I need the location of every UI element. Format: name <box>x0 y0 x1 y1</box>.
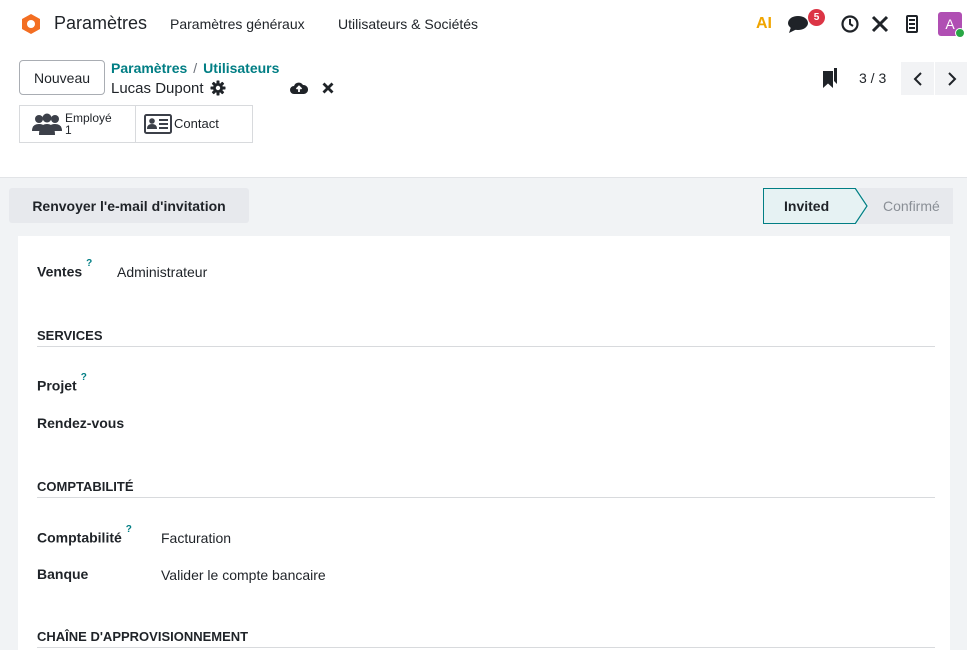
clock-icon[interactable] <box>840 12 860 36</box>
breadcrumb-parent[interactable]: Paramètres <box>111 60 187 76</box>
breadcrumb: Paramètres / Utilisateurs <box>111 60 279 76</box>
bank-field-label: Banque <box>37 566 89 582</box>
messages-count-badge: 5 <box>808 9 825 26</box>
contact-card-icon <box>144 114 172 134</box>
sales-help-icon[interactable]: ? <box>86 258 92 269</box>
resend-invitation-button[interactable]: Renvoyer l'e-mail d'invitation <box>9 188 249 223</box>
contact-smart-button[interactable]: Contact <box>136 106 252 142</box>
supply-chain-section-title: CHAÎNE D'APPROVISIONNEMENT <box>37 629 249 644</box>
project-label-text: Projet <box>37 377 77 394</box>
breadcrumb-current[interactable]: Utilisateurs <box>203 60 279 76</box>
supply-chain-divider <box>37 647 935 648</box>
save-cloud-icon[interactable] <box>290 81 308 95</box>
phone-icon[interactable] <box>903 12 921 36</box>
sales-field-value[interactable]: Administrateur <box>117 264 207 280</box>
chevron-right-icon <box>947 71 956 86</box>
record-name: Lucas Dupont <box>111 80 204 97</box>
app-name[interactable]: Paramètres <box>54 13 147 34</box>
online-status-dot <box>955 28 965 38</box>
accounting-section-title: COMPTABILITÉ <box>37 479 134 494</box>
ai-icon[interactable]: AI <box>752 12 776 36</box>
new-button[interactable]: Nouveau <box>19 60 105 95</box>
menu-users-companies[interactable]: Utilisateurs & Sociétés <box>338 16 478 32</box>
pager-previous-button[interactable] <box>901 62 934 95</box>
employee-smart-button[interactable]: Employé 1 <box>20 106 136 142</box>
discard-icon[interactable] <box>322 82 334 94</box>
employee-count: 1 <box>65 123 72 137</box>
chevron-left-icon <box>913 71 922 86</box>
accounting-label-text: Comptabilité <box>37 529 122 546</box>
stage-arrow <box>855 188 869 224</box>
pager-value[interactable]: 3 / 3 <box>859 70 886 86</box>
smart-button-bar: Employé 1 Contact <box>19 105 253 143</box>
stage-invited[interactable]: Invited <box>763 188 857 224</box>
top-navbar: Paramètres Paramètres généraux Utilisate… <box>0 0 967 48</box>
gear-icon[interactable] <box>210 80 226 96</box>
accounting-help-icon[interactable]: ? <box>126 524 132 535</box>
appointments-field-label: Rendez-vous <box>37 415 125 431</box>
accounting-field-value[interactable]: Facturation <box>161 530 231 546</box>
employee-label: Employé <box>65 111 112 125</box>
employees-icon <box>32 113 62 135</box>
services-divider <box>37 346 935 347</box>
odoo-logo-icon[interactable] <box>22 14 40 34</box>
contact-label: Contact <box>174 116 219 131</box>
sales-field-label: Ventes? <box>37 258 92 280</box>
breadcrumb-separator: / <box>193 60 198 76</box>
project-field-label: Projet? <box>37 372 87 394</box>
menu-general-settings[interactable]: Paramètres généraux <box>170 16 305 32</box>
project-help-icon[interactable]: ? <box>81 372 87 383</box>
pager-next-button[interactable] <box>935 62 967 95</box>
accounting-divider <box>37 497 935 498</box>
bookmark-icon[interactable] <box>823 68 837 88</box>
services-section-title: SERVICES <box>37 328 103 343</box>
form-sheet <box>18 236 950 650</box>
accounting-field-label: Comptabilité? <box>37 524 132 546</box>
sales-label-text: Ventes <box>37 263 83 280</box>
stage-confirmed[interactable]: Confirmé <box>857 188 953 224</box>
bank-field-value[interactable]: Valider le compte bancaire <box>161 567 326 583</box>
tools-icon[interactable] <box>870 12 890 36</box>
